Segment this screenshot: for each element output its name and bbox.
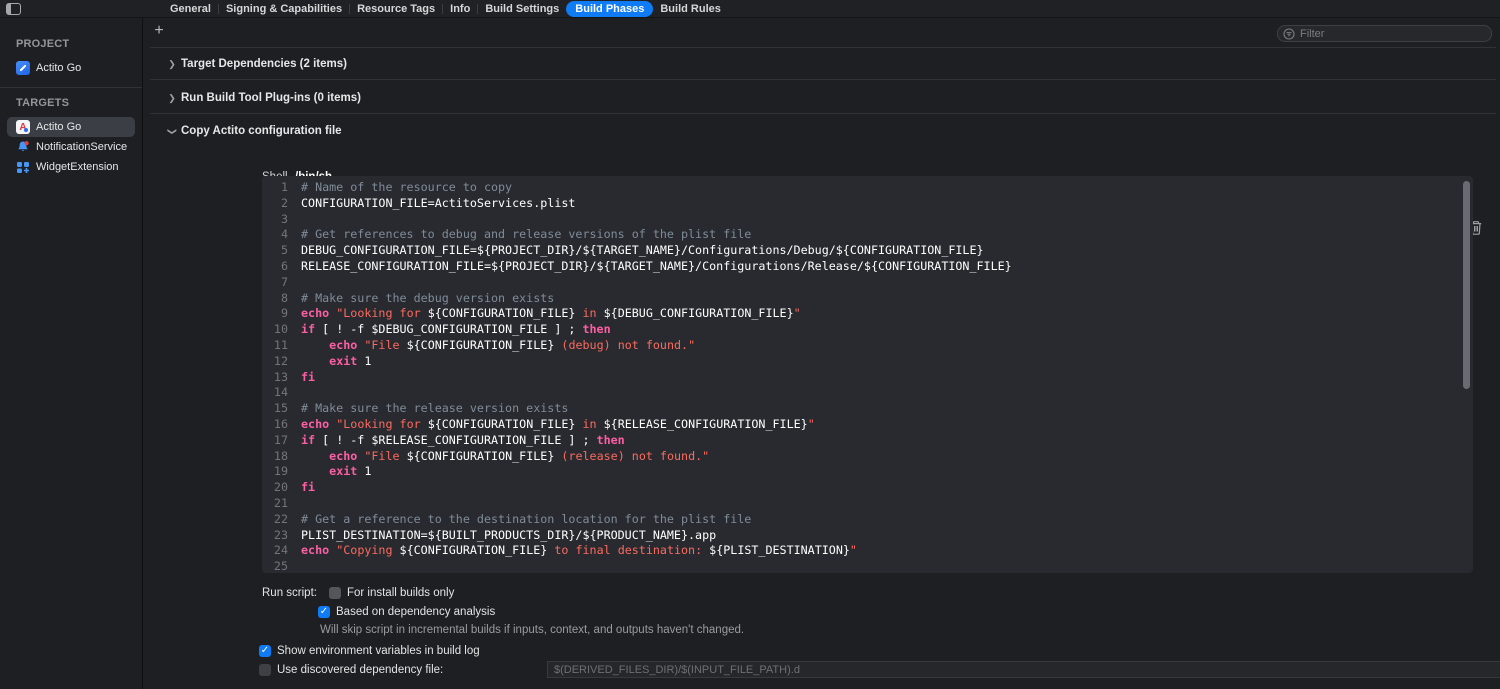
show-env-checkbox[interactable]: ✓ [259, 645, 271, 657]
code-line: 14 [262, 385, 1473, 401]
target-item-label: WidgetExtension [36, 161, 119, 173]
code-line: 7 [262, 275, 1473, 291]
code-line: 10if [ ! -f $DEBUG_CONFIGURATION_FILE ] … [262, 322, 1473, 338]
widget-icon [16, 160, 30, 174]
sidebar-toggle-icon[interactable] [6, 3, 21, 15]
tab-signing-capabilities[interactable]: Signing & Capabilities [219, 1, 349, 17]
code-line: 25 [262, 559, 1473, 573]
build-phases-editor: + Filter ❯ Target Dependencies (2 items)… [144, 18, 1500, 689]
dep-file-input[interactable]: $(DERIVED_FILES_DIR)/$(INPUT_FILE_PATH).… [547, 661, 1500, 678]
dependency-analysis-row: ✓ Based on dependency analysis [318, 605, 495, 619]
dep-file-checkbox[interactable]: ✓ [259, 664, 271, 676]
filter-icon [1283, 28, 1295, 40]
dep-file-label: Use discovered dependency file: [277, 664, 443, 676]
phase-title: Run Build Tool Plug-ins (0 items) [181, 92, 361, 104]
sidebar-divider [0, 87, 142, 88]
code-line: 8# Make sure the debug version exists [262, 291, 1473, 307]
project-item-label: Actito Go [36, 62, 81, 74]
show-env-row: ✓ Show environment variables in build lo… [259, 644, 480, 658]
tab-build-rules[interactable]: Build Rules [653, 1, 728, 17]
tab-build-phases[interactable]: Build Phases [566, 1, 653, 17]
section-divider [150, 113, 1496, 114]
chevron-down-icon[interactable]: ❯ [167, 125, 178, 137]
editor-scrollbar[interactable] [1463, 181, 1470, 389]
code-line: 23PLIST_DESTINATION=${BUILT_PRODUCTS_DIR… [262, 528, 1473, 544]
target-editor-tabs: General Signing & Capabilities Resource … [163, 0, 728, 18]
run-script-row: Run script: ✓ For install builds only [262, 586, 454, 600]
chevron-right-icon[interactable]: ❯ [166, 59, 178, 70]
code-line: 4# Get references to debug and release v… [262, 227, 1473, 243]
code-line: 1# Name of the resource to copy [262, 180, 1473, 196]
for-install-builds-label: For install builds only [347, 587, 454, 599]
dep-file-row: ✓ Use discovered dependency file: $(DERI… [259, 663, 443, 677]
code-line: 13fi [262, 370, 1473, 386]
tab-build-settings[interactable]: Build Settings [478, 1, 566, 17]
build-phases-toolbar: + Filter [144, 18, 1500, 47]
filter-field[interactable]: Filter [1277, 25, 1492, 42]
show-env-label: Show environment variables in build log [277, 645, 480, 657]
code-line: 20fi [262, 480, 1473, 496]
script-editor[interactable]: 1# Name of the resource to copy2CONFIGUR… [262, 176, 1473, 573]
code-line: 11 echo "File ${CONFIGURATION_FILE} (deb… [262, 338, 1473, 354]
xcode-project-icon [16, 61, 30, 75]
code-line: 16echo "Looking for ${CONFIGURATION_FILE… [262, 417, 1473, 433]
code-line: 9echo "Looking for ${CONFIGURATION_FILE}… [262, 306, 1473, 322]
tab-resource-tags[interactable]: Resource Tags [350, 1, 442, 17]
target-item-label: NotificationService [36, 141, 127, 153]
tab-general[interactable]: General [163, 1, 218, 17]
code-line: 19 exit 1 [262, 464, 1473, 480]
phase-title: Target Dependencies (2 items) [181, 58, 347, 70]
code-line: 18 echo "File ${CONFIGURATION_FILE} (rel… [262, 449, 1473, 465]
app-target-icon: A [16, 120, 30, 134]
phase-title: Copy Actito configuration file [181, 125, 342, 137]
section-divider [150, 79, 1496, 80]
dependency-analysis-note: Will skip script in incremental builds i… [320, 624, 744, 636]
phase-copy-actito-configuration-file[interactable]: ❯ Copy Actito configuration file [144, 115, 1500, 147]
code-line: 12 exit 1 [262, 354, 1473, 370]
tab-info[interactable]: Info [443, 1, 477, 17]
project-navigator-sidebar: PROJECT Actito Go TARGETS A Actito Go No… [0, 18, 143, 689]
code-line: 21 [262, 496, 1473, 512]
for-install-builds-checkbox[interactable]: ✓ [329, 587, 341, 599]
target-item-label: Actito Go [36, 121, 81, 133]
code-line: 5DEBUG_CONFIGURATION_FILE=${PROJECT_DIR}… [262, 243, 1473, 259]
code-line: 15# Make sure the release version exists [262, 401, 1473, 417]
add-build-phase-button[interactable]: + [150, 21, 168, 41]
code-line: 3 [262, 212, 1473, 228]
target-item-notification-service[interactable]: NotificationService [0, 137, 142, 157]
run-script-label: Run script: [262, 587, 317, 599]
bell-icon [16, 140, 30, 154]
code-line: 6RELEASE_CONFIGURATION_FILE=${PROJECT_DI… [262, 259, 1473, 275]
project-section-header: PROJECT [0, 38, 142, 50]
phase-run-build-tool-plugins[interactable]: ❯ Run Build Tool Plug-ins (0 items) [144, 82, 1500, 114]
top-tab-bar: General Signing & Capabilities Resource … [0, 0, 1500, 18]
script-editor-code: 1# Name of the resource to copy2CONFIGUR… [262, 180, 1473, 573]
dependency-analysis-label: Based on dependency analysis [336, 606, 495, 618]
code-line: 2CONFIGURATION_FILE=ActitoServices.plist [262, 196, 1473, 212]
target-item-widget-extension[interactable]: WidgetExtension [0, 157, 142, 177]
project-item[interactable]: Actito Go [0, 58, 142, 78]
dependency-analysis-checkbox[interactable]: ✓ [318, 606, 330, 618]
code-line: 22# Get a reference to the destination l… [262, 512, 1473, 528]
code-line: 17if [ ! -f $RELEASE_CONFIGURATION_FILE … [262, 433, 1473, 449]
targets-section-header: TARGETS [0, 97, 142, 109]
target-item-actito-go[interactable]: A Actito Go [7, 117, 135, 137]
filter-placeholder: Filter [1300, 28, 1324, 40]
phase-target-dependencies[interactable]: ❯ Target Dependencies (2 items) [144, 48, 1500, 80]
chevron-right-icon[interactable]: ❯ [166, 93, 178, 104]
code-line: 24echo "Copying ${CONFIGURATION_FILE} to… [262, 543, 1473, 559]
